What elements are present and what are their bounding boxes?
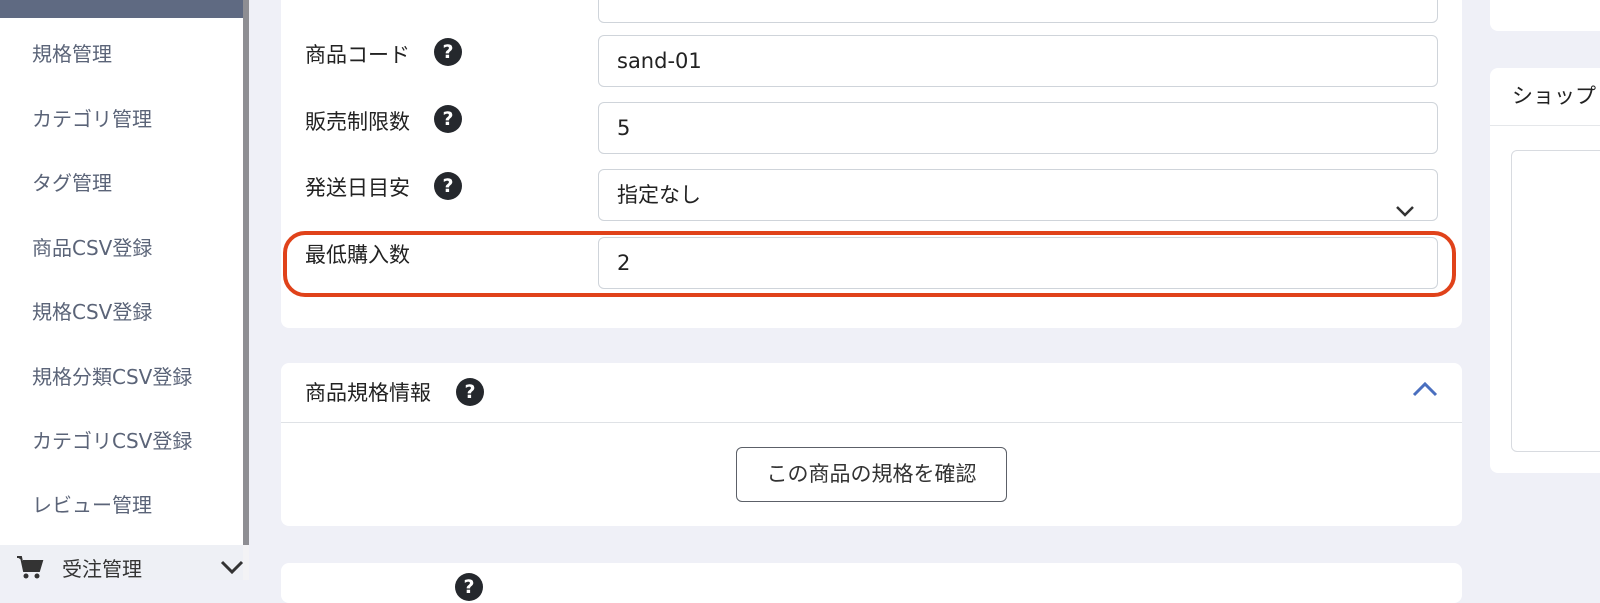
product-code-label: 商品コード: [305, 43, 410, 67]
cart-icon: [16, 555, 44, 583]
sale-limit-input[interactable]: 5: [598, 102, 1438, 154]
sidebar-item-review-management[interactable]: レビュー管理: [32, 489, 152, 518]
sidebar-group-orders[interactable]: 受注管理: [0, 545, 244, 583]
sale-limit-label: 販売制限数: [305, 110, 410, 134]
view-spec-button[interactable]: この商品の規格を確認: [736, 447, 1007, 502]
previous-field-input[interactable]: [598, 0, 1438, 23]
help-icon[interactable]: ?: [455, 573, 483, 601]
sidebar-item-spec-class-csv[interactable]: 規格分類CSV登録: [32, 361, 192, 390]
help-icon[interactable]: ?: [434, 172, 462, 200]
delivery-estimate-select[interactable]: 指定なし: [598, 169, 1438, 221]
sidebar-group-label: 受注管理: [62, 557, 142, 581]
help-icon[interactable]: ?: [456, 378, 484, 406]
right-top-card: [1490, 0, 1600, 31]
delivery-estimate-label: 発送日目安: [305, 176, 410, 200]
sidebar-item-tag-management[interactable]: タグ管理: [32, 167, 112, 196]
sidebar-header: [0, 0, 243, 18]
chevron-down-icon: [1395, 186, 1415, 236]
delivery-estimate-value: 指定なし: [617, 183, 701, 207]
sidebar: 規格管理 カテゴリ管理 タグ管理 商品CSV登録 規格CSV登録 規格分類CSV…: [0, 0, 244, 583]
help-icon[interactable]: ?: [434, 38, 462, 66]
sidebar-item-product-csv[interactable]: 商品CSV登録: [32, 232, 152, 261]
divider: [1490, 125, 1600, 126]
help-icon[interactable]: ?: [434, 105, 462, 133]
sidebar-item-category-management[interactable]: カテゴリ管理: [32, 103, 152, 132]
divider: [281, 422, 1462, 423]
sidebar-scrollbar[interactable]: [243, 0, 249, 545]
shop-textarea[interactable]: [1511, 150, 1600, 452]
highlight-outline: [283, 231, 1456, 297]
sidebar-item-category-csv[interactable]: カテゴリCSV登録: [32, 425, 192, 454]
spec-section-title: 商品規格情報: [305, 381, 431, 405]
sidebar-item-spec-csv[interactable]: 規格CSV登録: [32, 296, 152, 325]
product-code-input[interactable]: sand-01: [598, 35, 1438, 87]
chevron-up-icon[interactable]: [1412, 381, 1438, 401]
sidebar-item-spec-management[interactable]: 規格管理: [32, 38, 112, 67]
chevron-down-icon: [220, 559, 244, 578]
shop-card-title: ショップ: [1512, 84, 1596, 108]
sidebar-scrollbar-track: [243, 545, 249, 580]
